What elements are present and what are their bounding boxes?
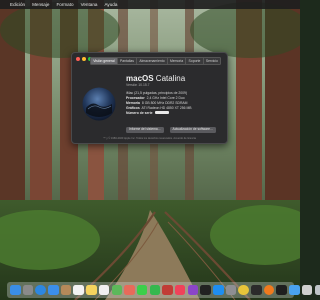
safari-icon[interactable]: [35, 284, 46, 296]
maps-icon[interactable]: [111, 284, 122, 296]
reminders-icon[interactable]: [98, 284, 110, 296]
photos-icon[interactable]: [124, 284, 135, 296]
facetime-icon[interactable]: [149, 284, 161, 296]
activity-monitor-icon[interactable]: [276, 284, 287, 296]
contacts-icon[interactable]: [60, 284, 72, 296]
os-version: Versión 10.15.7: [126, 83, 150, 87]
firefox-icon[interactable]: [263, 284, 275, 296]
menu-formato[interactable]: Formato: [56, 0, 73, 9]
tv-icon[interactable]: [200, 284, 211, 296]
spec-serial: Número de serie: [126, 111, 226, 116]
tab-bar: Visión general Pantallas Almacenamiento …: [90, 57, 222, 65]
calendar-icon[interactable]: [73, 284, 84, 296]
terminal-icon[interactable]: [251, 284, 262, 296]
podcasts-icon[interactable]: [187, 284, 199, 296]
copyright-footer: ™ y © 1983-2020 Apple Inc. Todos los der…: [103, 137, 196, 140]
tab-overview[interactable]: Visión general: [91, 58, 118, 64]
os-name: macOS Catalina: [126, 74, 186, 83]
software-update-button[interactable]: Actualización de software...: [169, 127, 216, 133]
finder-folder-icon[interactable]: [289, 284, 300, 296]
tab-memory[interactable]: Memoria: [167, 58, 187, 64]
tab-displays[interactable]: Pantallas: [117, 58, 138, 64]
tab-service[interactable]: Servicio: [203, 58, 221, 64]
close-button[interactable]: [76, 57, 80, 61]
app-store-icon[interactable]: [213, 284, 224, 296]
about-this-mac-window: Visión general Pantallas Almacenamiento …: [71, 52, 228, 144]
spec-list: iMac (21,5 pulgadas, principios de 2009)…: [126, 91, 226, 116]
menu-bar: Edición Mensaje Formato Ventana Ayuda: [0, 0, 300, 9]
window-titlebar[interactable]: Visión general Pantallas Almacenamiento …: [72, 53, 227, 68]
button-row: Informe del sistema... Actualización de …: [126, 127, 216, 133]
menu-ayuda[interactable]: Ayuda: [104, 0, 117, 9]
photo-booth-icon[interactable]: [162, 284, 173, 296]
dock: [7, 282, 320, 298]
launchpad-icon[interactable]: [22, 284, 34, 296]
trash-icon[interactable]: [314, 284, 320, 296]
music-icon[interactable]: [174, 284, 186, 296]
system-report-button[interactable]: Informe del sistema...: [126, 127, 164, 133]
messages-icon[interactable]: [136, 284, 148, 296]
menu-ventana[interactable]: Ventana: [81, 0, 98, 9]
menu-edicion[interactable]: Edición: [10, 0, 25, 9]
system-preferences-icon[interactable]: [225, 284, 237, 296]
desktop-wallpaper: [0, 0, 300, 300]
notes-icon[interactable]: [86, 284, 97, 296]
tab-storage[interactable]: Almacenamiento: [137, 58, 168, 64]
mail-icon[interactable]: [48, 284, 59, 296]
minimize-button[interactable]: [82, 57, 86, 61]
serial-redaction: [154, 111, 169, 114]
macos-catalina-logo: [82, 87, 116, 121]
menu-mensaje[interactable]: Mensaje: [32, 0, 49, 9]
generic-app-icon[interactable]: [301, 284, 313, 296]
chrome-icon[interactable]: [238, 284, 249, 296]
finder-icon[interactable]: [10, 284, 21, 296]
system-info: macOS Catalina Versión 10.15.7 iMac (21,…: [126, 74, 226, 116]
tab-support[interactable]: Soporte: [186, 58, 204, 64]
